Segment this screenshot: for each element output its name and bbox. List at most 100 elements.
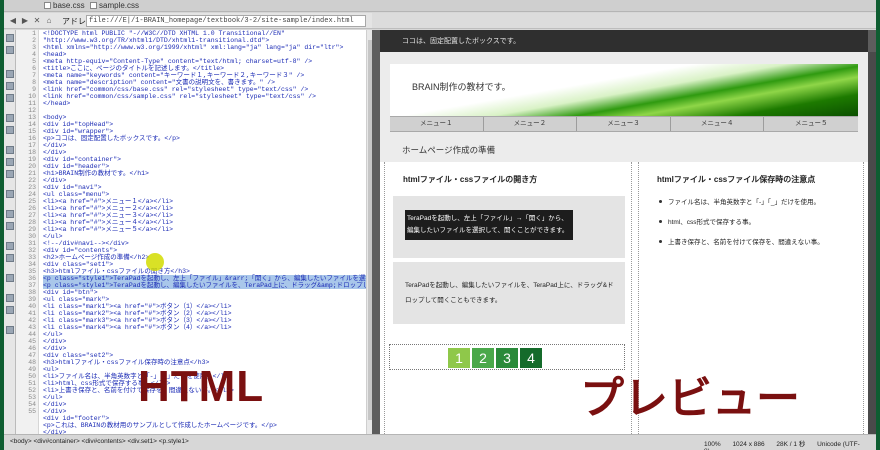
code-line[interactable]: <html xmlns="http://www.w3.org/1999/xhtm… xyxy=(43,44,343,51)
line-number: 46 xyxy=(28,345,36,352)
number-button-3[interactable]: 3 xyxy=(496,348,518,368)
code-line[interactable]: <div class="set2"> xyxy=(43,352,113,359)
nav-menu-item-2[interactable]: メニュー２ xyxy=(484,117,578,131)
back-arrow-icon[interactable]: ◀ xyxy=(8,16,18,26)
code-line[interactable]: <div id="container"> xyxy=(43,156,121,163)
line-number: 27 xyxy=(28,212,36,219)
expand-all-icon[interactable] xyxy=(6,94,14,102)
indent-code-icon[interactable] xyxy=(6,294,14,302)
code-line[interactable]: <div id="navi"> xyxy=(43,184,102,191)
collapse-tag-icon[interactable] xyxy=(6,70,14,78)
home-icon[interactable]: ⌂ xyxy=(44,16,54,26)
nav-menu-item-4[interactable]: メニュー４ xyxy=(671,117,765,131)
code-line[interactable]: <meta http-equiv="Content-Type" content=… xyxy=(43,58,312,65)
code-line[interactable]: <li class="mark1"><a href="#">ボタン（1）</a>… xyxy=(43,303,232,310)
code-line[interactable]: </div> xyxy=(43,345,66,352)
code-line[interactable]: <p class="style1">TeraPadを起動し、編集したいファイルを… xyxy=(43,282,366,289)
preview-scrollbar[interactable] xyxy=(868,52,876,434)
code-line[interactable]: </div> xyxy=(43,401,66,408)
code-line[interactable]: </ul> xyxy=(43,331,63,338)
nav-menu-item-3[interactable]: メニュー３ xyxy=(577,117,671,131)
file-tab-sample-css[interactable]: sample.css xyxy=(86,1,143,12)
word-wrap-icon[interactable] xyxy=(6,170,14,178)
code-line[interactable]: <head> xyxy=(43,51,66,58)
syntax-error-icon[interactable] xyxy=(6,190,14,198)
apply-comment-icon[interactable] xyxy=(6,210,14,218)
code-line[interactable]: <div id="footer"> xyxy=(43,415,109,422)
tag-selector[interactable]: <body> <div#container> <div#contents> <d… xyxy=(10,438,189,445)
forward-arrow-icon[interactable]: ▶ xyxy=(20,16,30,26)
code-line[interactable]: </div> xyxy=(43,338,66,345)
code-line[interactable]: <link href="common/css/sample.css" rel="… xyxy=(43,93,316,100)
style1-box-1: TeraPadを起動し、左上「ファイル」→「開く」から、編集したいファイルを選択… xyxy=(393,196,625,258)
code-line[interactable]: <li><a href="#">メニュー５</a></li> xyxy=(43,226,173,233)
code-line[interactable]: <meta name="keywords" content="キーワード１,キー… xyxy=(43,72,304,79)
code-line[interactable]: </div> xyxy=(43,177,66,184)
code-line[interactable]: <li><a href="#">メニュー２</a></li> xyxy=(43,205,173,212)
window-size[interactable]: 1024 x 886 xyxy=(732,441,764,448)
code-line[interactable]: <li><a href="#">メニュー３</a></li> xyxy=(43,212,173,219)
code-line[interactable]: <h2>ホームページ作成の準備</h2> xyxy=(43,254,149,261)
nav-menu-item-1[interactable]: メニュー１ xyxy=(390,117,484,131)
nav-menu-item-5[interactable]: メニュー５ xyxy=(764,117,858,131)
list-item-text: html、css形式で保存する事。 xyxy=(668,219,756,226)
code-line[interactable]: <h1>BRAIN制作の教材です。</h1> xyxy=(43,170,149,177)
zoom-level[interactable]: 100% xyxy=(704,441,721,448)
show-code-navigator-icon[interactable] xyxy=(6,46,14,54)
code-line[interactable]: "http://www.w3.org/TR/xhtml1/DTD/xhtml1-… xyxy=(43,37,269,44)
highlight-invalid-code-icon[interactable] xyxy=(6,158,14,166)
code-line[interactable]: <li><a href="#">メニュー１</a></li> xyxy=(43,198,173,205)
move-css-icon[interactable] xyxy=(6,274,14,282)
code-line[interactable]: <ul> xyxy=(43,366,59,373)
code-line[interactable]: <ul class="mark"> xyxy=(43,296,109,303)
collapse-selection-icon[interactable] xyxy=(6,82,14,90)
code-line[interactable]: <!DOCTYPE html PUBLIC "-//W3C//DTD XHTML… xyxy=(43,30,285,37)
file-tab-base-css[interactable]: base.css xyxy=(40,1,89,12)
code-line[interactable]: <div id="topHead"> xyxy=(43,121,113,128)
code-line[interactable]: </div> xyxy=(43,408,66,415)
code-line[interactable]: </head> xyxy=(43,100,70,107)
code-line[interactable]: <body> xyxy=(43,114,66,121)
code-line[interactable]: <ul class="menu"> xyxy=(43,191,109,198)
code-line[interactable]: <div id="btn"> xyxy=(43,289,98,296)
code-line[interactable]: <p>これは、BRAINの教材用のサンプルとして作成したホームページです。</p… xyxy=(43,422,277,429)
code-line[interactable]: </ul> xyxy=(43,233,63,240)
code-line[interactable]: <div id="header"> xyxy=(43,163,109,170)
line-number: 32 xyxy=(28,247,36,254)
code-line[interactable]: <link href="common/css/base.css" rel="st… xyxy=(43,86,308,93)
code-line[interactable]: </div> xyxy=(43,142,66,149)
number-button-1[interactable]: 1 xyxy=(448,348,470,368)
code-line[interactable]: <meta name="description" content="文書の説明文… xyxy=(43,79,275,86)
code-line[interactable]: <h3>htmlファイル・cssファイルの開き方</h3> xyxy=(43,268,190,275)
code-line[interactable]: <li class="mark2"><a href="#">ボタン（2）</a>… xyxy=(43,310,232,317)
stop-icon[interactable]: ✕ xyxy=(32,16,42,26)
recent-snippets-icon[interactable] xyxy=(6,254,14,262)
code-line[interactable]: <li class="mark3"><a href="#">ボタン（3）</a>… xyxy=(43,317,232,324)
code-line[interactable]: <title>ここに、ページのタイトルを記述します。</title> xyxy=(43,65,224,72)
code-line[interactable]: <li class="mark4"><a href="#">ボタン（4）</a>… xyxy=(43,324,232,331)
code-line[interactable]: <div id="contents"> xyxy=(43,247,117,254)
code-line[interactable]: </div> xyxy=(43,149,66,156)
code-line[interactable]: <!--/div#navi--></div> xyxy=(43,240,129,247)
code-line[interactable]: <div class="set1"> xyxy=(43,261,113,268)
balance-braces-icon[interactable] xyxy=(6,126,14,134)
select-parent-tag-icon[interactable] xyxy=(6,114,14,122)
number-button-4[interactable]: 4 xyxy=(520,348,542,368)
line-numbers-icon[interactable] xyxy=(6,146,14,154)
line-number: 4 xyxy=(32,51,36,58)
remove-comment-icon[interactable] xyxy=(6,222,14,230)
code-line[interactable]: <p class="style1">TeraPadを起動し、左上「ファイル」&r… xyxy=(43,275,366,282)
code-line[interactable]: <div id="wrapper"> xyxy=(43,128,113,135)
code-line[interactable]: </ul> xyxy=(43,394,63,401)
format-source-icon[interactable] xyxy=(6,326,14,334)
list-item-text: ファイル名は、半角英数字と「-」「_」だけを使用。 xyxy=(668,199,821,206)
wrap-tag-icon[interactable] xyxy=(6,242,14,250)
line-number: 43 xyxy=(28,324,36,331)
open-documents-icon[interactable] xyxy=(6,34,14,42)
outdent-code-icon[interactable] xyxy=(6,306,14,314)
code-line[interactable]: <p>ココは、固定配置したボックスです。</p> xyxy=(43,135,180,142)
line-number: 35 xyxy=(28,268,36,275)
code-line[interactable]: <li><a href="#">メニュー４</a></li> xyxy=(43,219,173,226)
number-button-2[interactable]: 2 xyxy=(472,348,494,368)
address-input[interactable]: file:///E|/1-BRAIN_homepage/textbook/3-2… xyxy=(86,15,366,27)
